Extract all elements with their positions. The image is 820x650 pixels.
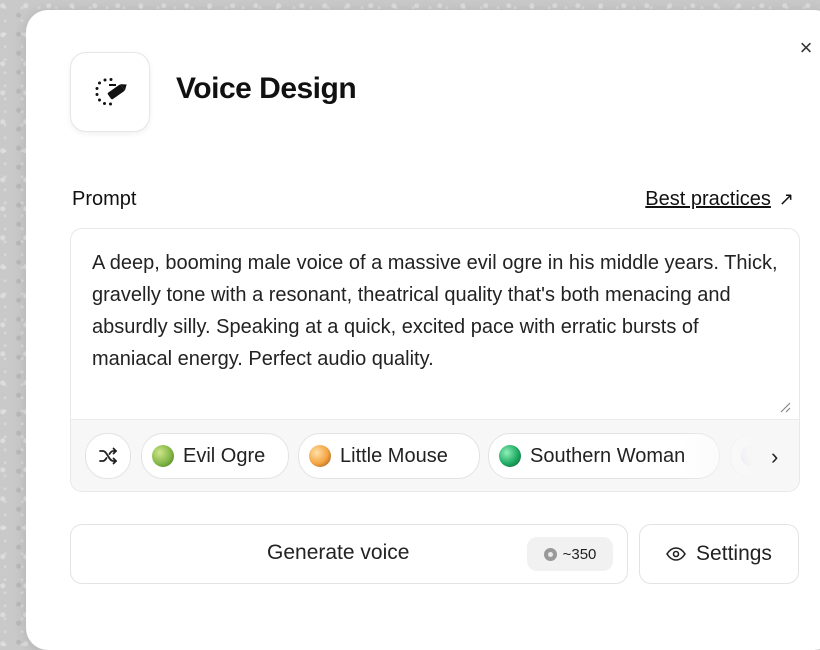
preset-bar: Evil Ogre Little Mouse Southern Woman N …: [71, 419, 799, 491]
preset-chip-little-mouse[interactable]: Little Mouse: [298, 433, 480, 479]
best-practices-label[interactable]: Best practices: [645, 188, 771, 210]
prompt-label: Prompt: [72, 188, 137, 210]
settings-button[interactable]: Settings: [639, 524, 799, 584]
preset-label: Evil Ogre: [183, 444, 266, 467]
credit-icon: [543, 547, 557, 561]
prompt-field[interactable]: A deep, booming male voice of a massive …: [70, 228, 800, 492]
credits-value: ~350: [562, 545, 597, 563]
resize-handle-icon[interactable]: [779, 401, 791, 413]
preset-chip-evil-ogre[interactable]: Evil Ogre: [141, 433, 289, 479]
preset-avatar: [499, 445, 521, 467]
preset-label: Southern Woman: [530, 444, 686, 467]
shuffle-button[interactable]: [85, 433, 131, 479]
preset-label: Little Mouse: [340, 444, 448, 467]
generate-voice-label: Generate voice: [267, 541, 410, 564]
shuffle-icon: [99, 447, 117, 465]
credits-badge: ~350: [527, 537, 613, 571]
voice-design-icon: [70, 52, 150, 132]
close-icon[interactable]: ×: [796, 37, 816, 59]
preset-avatar: [152, 445, 174, 467]
chevron-right-icon[interactable]: ›: [771, 444, 778, 470]
settings-label: Settings: [696, 542, 772, 565]
eye-icon: [666, 547, 686, 561]
generate-voice-button[interactable]: Generate voice ~350: [70, 524, 628, 584]
best-practices-link[interactable]: Best practices ↗: [645, 188, 794, 211]
external-link-icon: ↗: [778, 189, 794, 209]
prompt-textarea[interactable]: A deep, booming male voice of a massive …: [92, 247, 782, 375]
scroll-fade: [681, 420, 799, 491]
dialog-title: Voice Design: [176, 72, 357, 105]
voice-design-dialog: × Voice Design Prompt Best practices ↗ A …: [26, 10, 820, 650]
preset-avatar: [309, 445, 331, 467]
